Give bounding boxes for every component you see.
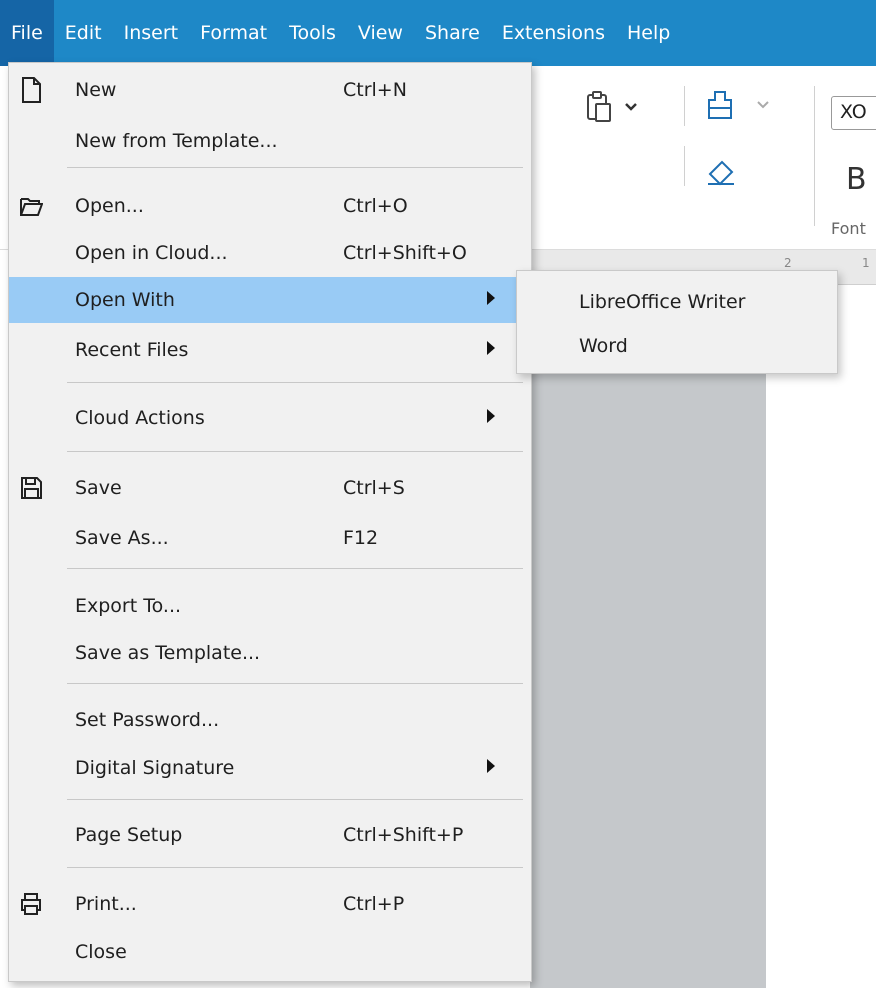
menu-extensions[interactable]: Extensions	[491, 0, 616, 66]
menu-item-label: Save As...	[75, 527, 169, 549]
submenu-item-word[interactable]: Word	[517, 323, 837, 369]
submenu-arrow-icon	[487, 341, 495, 355]
ruler-mark: 1	[862, 256, 870, 270]
save-icon	[21, 477, 42, 499]
menu-item-save[interactable]: Save Ctrl+S	[9, 465, 531, 511]
menu-separator	[67, 382, 523, 383]
menu-item-shortcut: Ctrl+S	[343, 477, 405, 499]
menu-item-label: Save	[75, 477, 122, 499]
menu-file[interactable]: File	[0, 0, 54, 66]
menu-item-label: Close	[75, 941, 127, 963]
menu-item-shortcut: F12	[343, 527, 379, 549]
menu-item-shortcut: Ctrl+N	[343, 79, 407, 101]
paste-icon[interactable]	[584, 90, 614, 124]
menu-item-shortcut: Ctrl+O	[343, 195, 408, 217]
eraser-icon[interactable]	[706, 156, 736, 186]
menu-separator	[67, 683, 523, 684]
paste-dropdown-icon[interactable]	[624, 102, 638, 112]
menu-item-label: Open...	[75, 195, 144, 217]
menu-separator	[67, 799, 523, 800]
menu-item-shortcut: Ctrl+P	[343, 893, 405, 915]
menu-item-save-as[interactable]: Save As... F12	[9, 515, 531, 561]
menu-item-open[interactable]: Open... Ctrl+O	[9, 183, 531, 229]
menu-item-digital-signature[interactable]: Digital Signature	[9, 745, 531, 791]
menu-item-label: Print...	[75, 893, 137, 915]
menu-view[interactable]: View	[347, 0, 414, 66]
menu-item-label: New from Template...	[75, 130, 278, 152]
menu-item-label: Set Password...	[75, 709, 220, 731]
menu-item-close[interactable]: Close	[9, 929, 531, 975]
menu-item-label: Save as Template...	[75, 642, 261, 664]
open-with-submenu: LibreOffice Writer Word	[516, 270, 838, 374]
menu-item-new-from-template[interactable]: New from Template...	[9, 118, 531, 164]
file-menu: New Ctrl+N New from Template... Open... …	[8, 62, 532, 982]
menu-item-label: Page Setup	[75, 824, 183, 846]
menu-item-recent-files[interactable]: Recent Files	[9, 327, 531, 373]
format-painter-icon[interactable]	[706, 88, 736, 124]
menu-item-label: Digital Signature	[75, 757, 235, 779]
menu-item-set-password[interactable]: Set Password...	[9, 697, 531, 743]
toolbar-separator	[684, 146, 685, 186]
menu-bar: File Edit Insert Format Tools View Share…	[0, 0, 876, 66]
submenu-arrow-icon	[487, 759, 495, 773]
submenu-item-label: Word	[579, 335, 628, 357]
menu-item-new[interactable]: New Ctrl+N	[9, 67, 531, 113]
menu-item-print[interactable]: Print... Ctrl+P	[9, 881, 531, 927]
new-document-icon	[22, 77, 41, 103]
font-group-label: Font	[831, 219, 866, 238]
menu-item-label: Export To...	[75, 595, 182, 617]
menu-item-open-with[interactable]: Open With	[9, 277, 531, 323]
menu-tools[interactable]: Tools	[278, 0, 347, 66]
format-painter-dropdown-icon[interactable]	[756, 100, 770, 110]
menu-separator	[67, 451, 523, 452]
menu-item-label: New	[75, 79, 117, 101]
menu-item-label: Cloud Actions	[75, 407, 205, 429]
submenu-item-libreoffice-writer[interactable]: LibreOffice Writer	[517, 279, 837, 325]
menu-item-cloud-actions[interactable]: Cloud Actions	[9, 395, 531, 441]
menu-item-page-setup[interactable]: Page Setup Ctrl+Shift+P	[9, 812, 531, 858]
menu-format[interactable]: Format	[189, 0, 278, 66]
menu-item-save-as-template[interactable]: Save as Template...	[9, 630, 531, 676]
printer-icon	[21, 893, 41, 915]
toolbar-separator	[814, 86, 815, 226]
submenu-arrow-icon	[487, 409, 495, 423]
submenu-arrow-icon	[487, 291, 495, 305]
font-name-box[interactable]: XO	[831, 96, 876, 130]
menu-item-shortcut: Ctrl+Shift+P	[343, 824, 464, 846]
menu-help[interactable]: Help	[616, 0, 681, 66]
ruler-mark: 2	[784, 256, 792, 270]
menu-item-label: Open in Cloud...	[75, 242, 228, 264]
menu-share[interactable]: Share	[414, 0, 491, 66]
document-page[interactable]	[766, 285, 876, 988]
menu-separator	[67, 167, 523, 168]
submenu-item-label: LibreOffice Writer	[579, 291, 746, 313]
menu-item-shortcut: Ctrl+Shift+O	[343, 242, 467, 264]
menu-item-export-to[interactable]: Export To...	[9, 583, 531, 629]
menu-insert[interactable]: Insert	[113, 0, 190, 66]
toolbar-separator	[684, 86, 685, 126]
menu-edit[interactable]: Edit	[54, 0, 113, 66]
menu-item-label: Open With	[75, 289, 175, 311]
menu-item-label: Recent Files	[75, 339, 189, 361]
menu-separator	[67, 867, 523, 868]
folder-open-icon	[20, 198, 43, 216]
menu-separator	[67, 568, 523, 569]
menu-item-open-in-cloud[interactable]: Open in Cloud... Ctrl+Shift+O	[9, 230, 531, 276]
bold-button[interactable]: B	[846, 162, 867, 197]
